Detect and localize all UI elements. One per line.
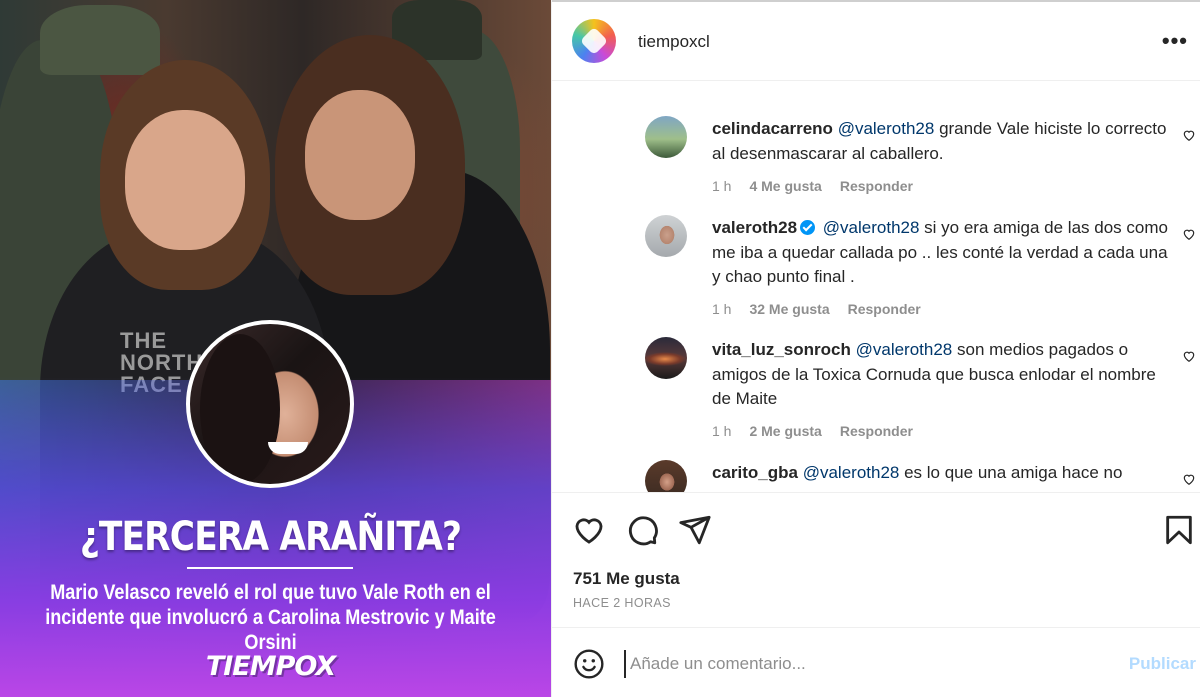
comment-mention[interactable]: @valeroth28 xyxy=(838,119,935,138)
comment-body: es lo que una amiga hace no xyxy=(899,463,1123,482)
commenter-avatar[interactable] xyxy=(645,460,687,492)
officer-left-cap xyxy=(40,5,160,75)
account-avatar-icon[interactable] xyxy=(572,19,616,63)
woman-left-face xyxy=(125,110,245,250)
comment-meta: 1 h 4 Me gusta Responder xyxy=(712,178,913,194)
publish-button[interactable]: Publicar xyxy=(1129,654,1196,674)
commenter-avatar[interactable] xyxy=(645,215,687,257)
comment-like-icon[interactable] xyxy=(1182,349,1196,363)
comment-username[interactable]: valeroth28 xyxy=(712,218,797,237)
emoji-icon[interactable] xyxy=(573,648,605,680)
comment-bubble-icon[interactable] xyxy=(625,513,659,547)
comment-text: valeroth28 @valeroth28 si yo era amiga d… xyxy=(712,216,1172,290)
comment-meta: 1 h 32 Me gusta Responder xyxy=(712,301,921,317)
portrait-hair xyxy=(200,334,280,484)
verified-badge-icon xyxy=(800,220,816,235)
more-options-icon[interactable]: ••• xyxy=(1162,28,1188,54)
post-subheadline: Mario Velasco reveló el rol que tuvo Val… xyxy=(45,581,496,654)
brand-logo: TIEMPOX xyxy=(205,651,336,682)
comment-mention[interactable]: @valeroth28 xyxy=(856,340,953,359)
woman-right-face xyxy=(305,90,415,220)
like-heart-icon[interactable] xyxy=(572,513,606,547)
comment-like-icon[interactable] xyxy=(1182,472,1196,486)
bookmark-icon[interactable] xyxy=(1162,513,1196,547)
comment-time[interactable]: 1 h xyxy=(712,178,731,194)
comment-like-icon[interactable] xyxy=(1182,227,1196,241)
comment-meta: 1 h 2 Me gusta Responder xyxy=(712,423,913,439)
comment-text: carito_gba @valeroth28 es lo que una ami… xyxy=(712,461,1172,486)
post-image[interactable]: THE NORTH FACE ¿TERCERA ARAÑITA? Mario V… xyxy=(0,0,551,697)
post-headline: ¿TERCERA ARAÑITA? xyxy=(79,514,462,560)
comment-likes[interactable]: 2 Me gusta xyxy=(749,423,821,439)
post-actions: 751 Me gusta HACE 2 HORAS xyxy=(552,492,1200,627)
reply-button[interactable]: Responder xyxy=(848,301,921,317)
reply-button[interactable]: Responder xyxy=(840,178,913,194)
comment-input[interactable] xyxy=(624,650,1084,678)
comment-username[interactable]: carito_gba xyxy=(712,463,798,482)
comment-mention[interactable]: @valeroth28 xyxy=(823,218,920,237)
comment-mention[interactable]: @valeroth28 xyxy=(803,463,900,482)
post-header: tiempoxcl ••• xyxy=(552,2,1200,81)
comment-time[interactable]: 1 h xyxy=(712,423,731,439)
comment-username[interactable]: vita_luz_sonroch xyxy=(712,340,851,359)
account-username[interactable]: tiempoxcl xyxy=(638,32,710,52)
comment-like-icon[interactable] xyxy=(1182,128,1196,142)
likes-count[interactable]: 751 Me gusta xyxy=(573,569,680,589)
portrait-circle xyxy=(186,320,354,488)
comment-composer: Publicar xyxy=(552,627,1200,697)
post-sidebar: tiempoxcl ••• celindacarreno @valeroth28… xyxy=(551,0,1200,697)
commenter-avatar[interactable] xyxy=(645,337,687,379)
comment-time[interactable]: 1 h xyxy=(712,301,731,317)
commenter-avatar[interactable] xyxy=(645,116,687,158)
comment-username[interactable]: celindacarreno xyxy=(712,119,833,138)
portrait-smile xyxy=(268,442,308,454)
share-paper-plane-icon[interactable] xyxy=(678,513,712,547)
comment-likes[interactable]: 4 Me gusta xyxy=(749,178,821,194)
comment-text: vita_luz_sonroch @valeroth28 son medios … xyxy=(712,338,1172,412)
headline-divider xyxy=(187,567,353,569)
reply-button[interactable]: Responder xyxy=(840,423,913,439)
comments-list[interactable]: celindacarreno @valeroth28 grande Vale h… xyxy=(552,82,1200,492)
comment-likes[interactable]: 32 Me gusta xyxy=(749,301,829,317)
post-timestamp: HACE 2 HORAS xyxy=(573,596,671,610)
comment-text: celindacarreno @valeroth28 grande Vale h… xyxy=(712,117,1172,166)
